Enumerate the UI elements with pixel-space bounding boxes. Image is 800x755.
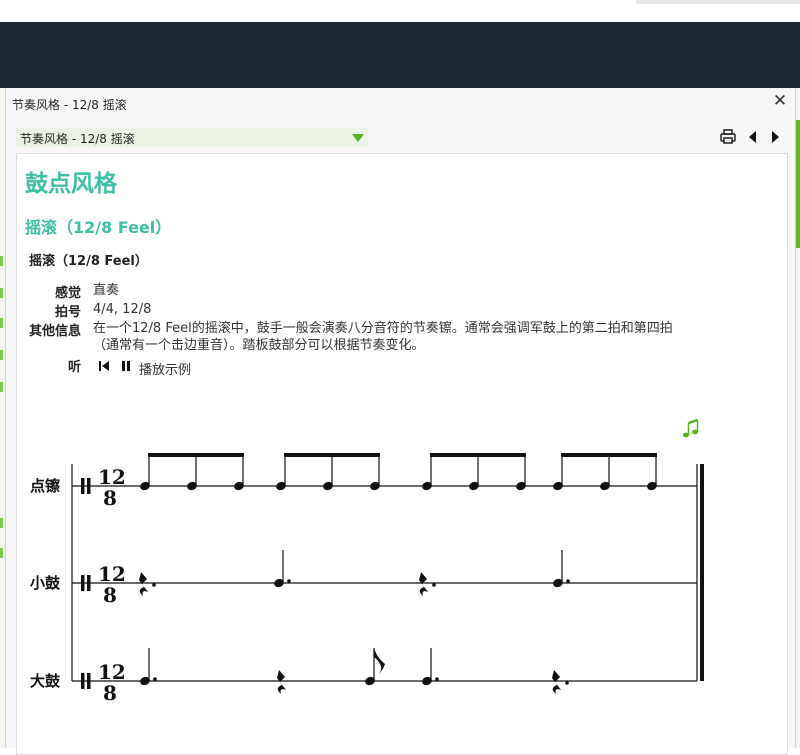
section-heading: 摇滚（12/8 Feel） xyxy=(25,218,172,237)
music-note-icon[interactable] xyxy=(683,418,699,438)
quarter-rest xyxy=(139,572,148,596)
snare-notes xyxy=(139,550,570,596)
triangle-right-icon[interactable] xyxy=(766,128,784,146)
skip-back-icon[interactable] xyxy=(97,358,111,374)
help-dialog: 节奏风格 - 12/8 摇滚 ✕ 节奏风格 - 12/8 摇滚 鼓点风格 摇滚（… xyxy=(5,88,796,755)
info-label-listen: 听 xyxy=(67,360,81,375)
staff-name: 小鼓 xyxy=(30,574,61,592)
final-barline-thick xyxy=(700,464,704,681)
topic-select[interactable]: 节奏风格 - 12/8 摇滚 xyxy=(16,128,368,147)
bg-tick xyxy=(0,350,3,360)
chevron-down-icon xyxy=(352,134,364,142)
print-icon[interactable] xyxy=(719,128,737,146)
staff-name: 大鼓 xyxy=(30,672,61,690)
play-example-link[interactable]: 播放示例 xyxy=(139,359,191,378)
drum-score: 点镲 小鼓 大鼓 12 8 12 8 12 8 xyxy=(30,418,704,705)
os-top-strip xyxy=(0,0,800,22)
staff-name: 点镲 xyxy=(30,477,61,495)
time-sig-bottom: 8 xyxy=(103,486,117,510)
bg-tick xyxy=(0,548,3,558)
info-label-other: 其他信息 xyxy=(28,324,81,339)
bg-tick xyxy=(0,318,3,328)
info-label-feel: 感觉 xyxy=(54,286,81,301)
time-sig-bottom: 8 xyxy=(103,681,117,705)
quarter-rest xyxy=(552,670,561,694)
quarter-rest xyxy=(277,670,286,694)
bg-tick xyxy=(0,288,3,298)
dialog-title: 节奏风格 - 12/8 摇滚 xyxy=(12,98,127,112)
info-value-time-signature: 4/4, 12/8 xyxy=(93,302,152,317)
pause-icon[interactable] xyxy=(119,358,133,374)
close-icon[interactable]: ✕ xyxy=(771,92,789,110)
info-label-time-signature: 拍号 xyxy=(54,305,81,320)
topic-select-value: 节奏风格 - 12/8 摇滚 xyxy=(20,132,135,146)
app-header-bar xyxy=(0,22,800,88)
time-sig-bottom: 8 xyxy=(103,583,117,607)
triangle-left-icon[interactable] xyxy=(744,128,762,146)
help-content: 鼓点风格 摇滚（12/8 Feel） 摇滚（12/8 Feel） 感觉 直奏 拍… xyxy=(16,153,788,755)
info-value-feel: 直奏 xyxy=(93,283,120,298)
bg-tick xyxy=(0,518,3,528)
eighth-flag xyxy=(374,648,385,674)
quarter-rest xyxy=(419,572,428,596)
info-value-other: 在一个12/8 Feel的摇滚中，鼓手一般会演奏八分音符的节奏镲。通常会强调军鼓… xyxy=(93,321,673,353)
bass-drum-notes xyxy=(140,648,569,694)
page-heading: 鼓点风格 xyxy=(25,170,117,197)
bg-tick xyxy=(0,382,3,392)
tb-shadow xyxy=(636,0,800,4)
bg-tick xyxy=(0,256,3,266)
subsection-heading: 摇滚（12/8 Feel） xyxy=(29,254,148,269)
